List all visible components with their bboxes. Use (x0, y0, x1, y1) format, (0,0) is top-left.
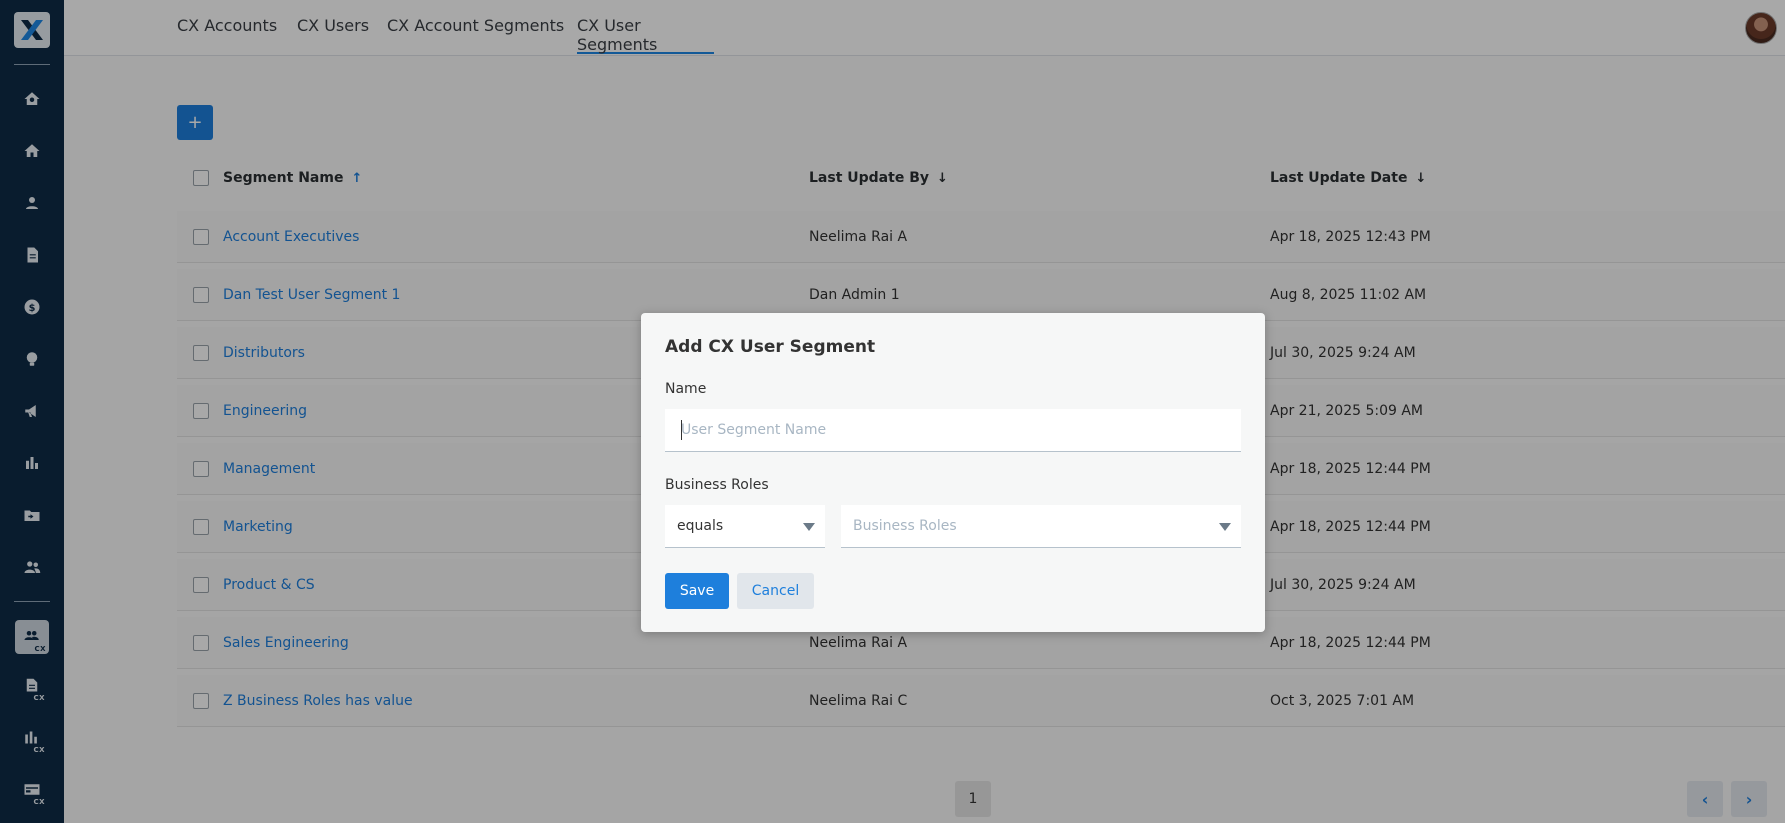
cancel-button[interactable]: Cancel (737, 573, 814, 609)
operator-value: equals (677, 518, 724, 534)
add-user-segment-dialog: Add CX User Segment Name Business Roles … (641, 313, 1265, 632)
dropdown-arrow-icon (1219, 523, 1231, 531)
business-roles-placeholder: Business Roles (853, 518, 957, 534)
text-caret (681, 420, 682, 440)
business-roles-label: Business Roles (665, 477, 769, 493)
save-button[interactable]: Save (665, 573, 729, 609)
operator-select[interactable]: equals (665, 505, 825, 548)
business-roles-select[interactable]: Business Roles (841, 505, 1241, 548)
dialog-title: Add CX User Segment (665, 337, 876, 357)
dropdown-arrow-icon (803, 523, 815, 531)
name-label: Name (665, 381, 707, 397)
segment-name-input[interactable] (665, 409, 1241, 452)
